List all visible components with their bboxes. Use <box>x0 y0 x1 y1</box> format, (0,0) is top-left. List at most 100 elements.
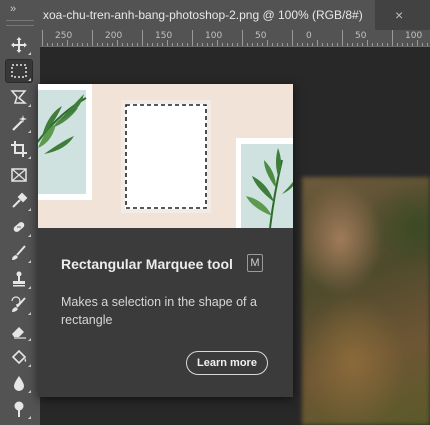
ruler-tick <box>132 43 133 46</box>
ruler-label: 250 <box>55 31 73 41</box>
healing-brush-tool[interactable] <box>6 216 32 238</box>
ruler-tick <box>97 43 98 46</box>
ruler-tick <box>107 43 108 46</box>
close-tab-icon[interactable]: × <box>395 0 403 30</box>
lasso-tool[interactable] <box>6 86 32 108</box>
ruler-tick <box>372 43 373 46</box>
eraser-tool[interactable] <box>6 320 32 342</box>
ruler-tick <box>222 43 223 46</box>
ruler-tick <box>387 43 388 46</box>
ruler-tick <box>267 40 268 46</box>
blur-tool[interactable] <box>6 372 32 394</box>
eyedropper-tool[interactable] <box>6 190 32 212</box>
ruler-tick <box>122 43 123 46</box>
ruler-tick <box>377 43 378 46</box>
ruler-tick <box>332 43 333 46</box>
ruler-tick <box>357 43 358 46</box>
shortcut-key-badge: M <box>247 254 263 272</box>
ruler-tick <box>52 43 53 46</box>
ruler-label: 50 <box>255 31 267 41</box>
ruler-tick <box>42 30 43 46</box>
ruler-tick <box>307 43 308 46</box>
collapse-panel-button[interactable]: » <box>10 3 16 15</box>
ruler-tick <box>172 43 173 46</box>
ruler-tick <box>317 40 318 46</box>
lasso-icon <box>10 90 28 104</box>
ruler-tick <box>397 43 398 46</box>
ruler-tick <box>207 43 208 46</box>
ruler-tick <box>162 43 163 46</box>
ruler-tick <box>367 40 368 46</box>
ruler-tick <box>422 43 423 46</box>
ruler-tick <box>182 43 183 46</box>
history-brush-tool[interactable] <box>6 294 32 316</box>
ruler-tick <box>287 43 288 46</box>
ruler-tick <box>157 43 158 46</box>
ruler-tick <box>152 43 153 46</box>
ruler-tick <box>417 40 418 46</box>
tools-panel: » <box>0 0 41 425</box>
dodge-tool[interactable] <box>6 398 32 420</box>
ruler-tick <box>227 43 228 46</box>
ruler-tick <box>342 30 343 46</box>
frame-tool[interactable] <box>6 164 32 186</box>
clone-stamp-tool[interactable] <box>6 268 32 290</box>
brush-tool[interactable] <box>6 242 32 264</box>
ruler-tick <box>47 43 48 46</box>
frame-icon <box>11 168 27 182</box>
move-tool[interactable] <box>6 34 32 56</box>
ruler-tick <box>192 30 193 46</box>
rectangular-marquee-tool[interactable] <box>5 59 33 83</box>
ruler-tick <box>67 40 68 46</box>
ruler-tick <box>337 43 338 46</box>
ruler-tick <box>87 43 88 46</box>
tooltip-title: Rectangular Marquee tool <box>61 256 233 272</box>
ruler-tick <box>142 30 143 46</box>
ruler-label: 100 <box>405 31 423 41</box>
document-tab-bar: xoa-chu-tren-anh-bang-photoshop-2.png @ … <box>40 0 430 30</box>
marquee-illustration-image <box>38 84 293 228</box>
ruler-label: 0 <box>306 31 312 41</box>
ruler-tick <box>82 43 83 46</box>
horizontal-ruler[interactable]: 250 200 150 100 50 0 50 100 <box>40 30 430 47</box>
ruler-tick <box>137 43 138 46</box>
ruler-tick <box>277 43 278 46</box>
move-icon <box>11 37 27 53</box>
healing-brush-icon <box>13 222 25 232</box>
crop-tool[interactable] <box>6 138 32 160</box>
learn-more-button[interactable]: Learn more <box>186 351 268 375</box>
ruler-tick <box>257 43 258 46</box>
ruler-tick <box>102 43 103 46</box>
ruler-tick <box>412 43 413 46</box>
ruler-tick <box>272 43 273 46</box>
ruler-tick <box>127 43 128 46</box>
ruler-tick <box>72 43 73 46</box>
ruler-tick <box>57 43 58 46</box>
blur-icon <box>14 376 24 391</box>
ruler-tick <box>347 43 348 46</box>
ruler-tick <box>402 43 403 46</box>
eraser-icon <box>12 327 26 339</box>
ruler-tick <box>212 43 213 46</box>
ruler-tick <box>112 43 113 46</box>
ruler-label: 150 <box>155 31 173 41</box>
rectangular-marquee-icon <box>11 64 27 78</box>
panel-grip[interactable] <box>6 20 34 26</box>
ruler-tick <box>217 40 218 46</box>
document-tab[interactable]: xoa-chu-tren-anh-bang-photoshop-2.png @ … <box>40 0 375 30</box>
magic-wand-tool[interactable] <box>6 112 32 134</box>
ruler-tick <box>202 43 203 46</box>
ruler-tick <box>297 43 298 46</box>
ruler-tick <box>242 30 243 46</box>
ruler-tick <box>427 43 428 46</box>
ruler-tick <box>237 43 238 46</box>
ruler-tick <box>92 30 93 46</box>
tooltip-illustration <box>38 84 293 228</box>
ruler-tick <box>322 43 323 46</box>
brush-icon <box>12 245 26 260</box>
document-tab-title: xoa-chu-tren-anh-bang-photoshop-2.png @ … <box>43 8 363 22</box>
paint-bucket-tool[interactable] <box>6 346 32 368</box>
clone-stamp-icon <box>13 271 25 287</box>
document-image[interactable] <box>302 177 430 425</box>
ruler-tick <box>197 43 198 46</box>
